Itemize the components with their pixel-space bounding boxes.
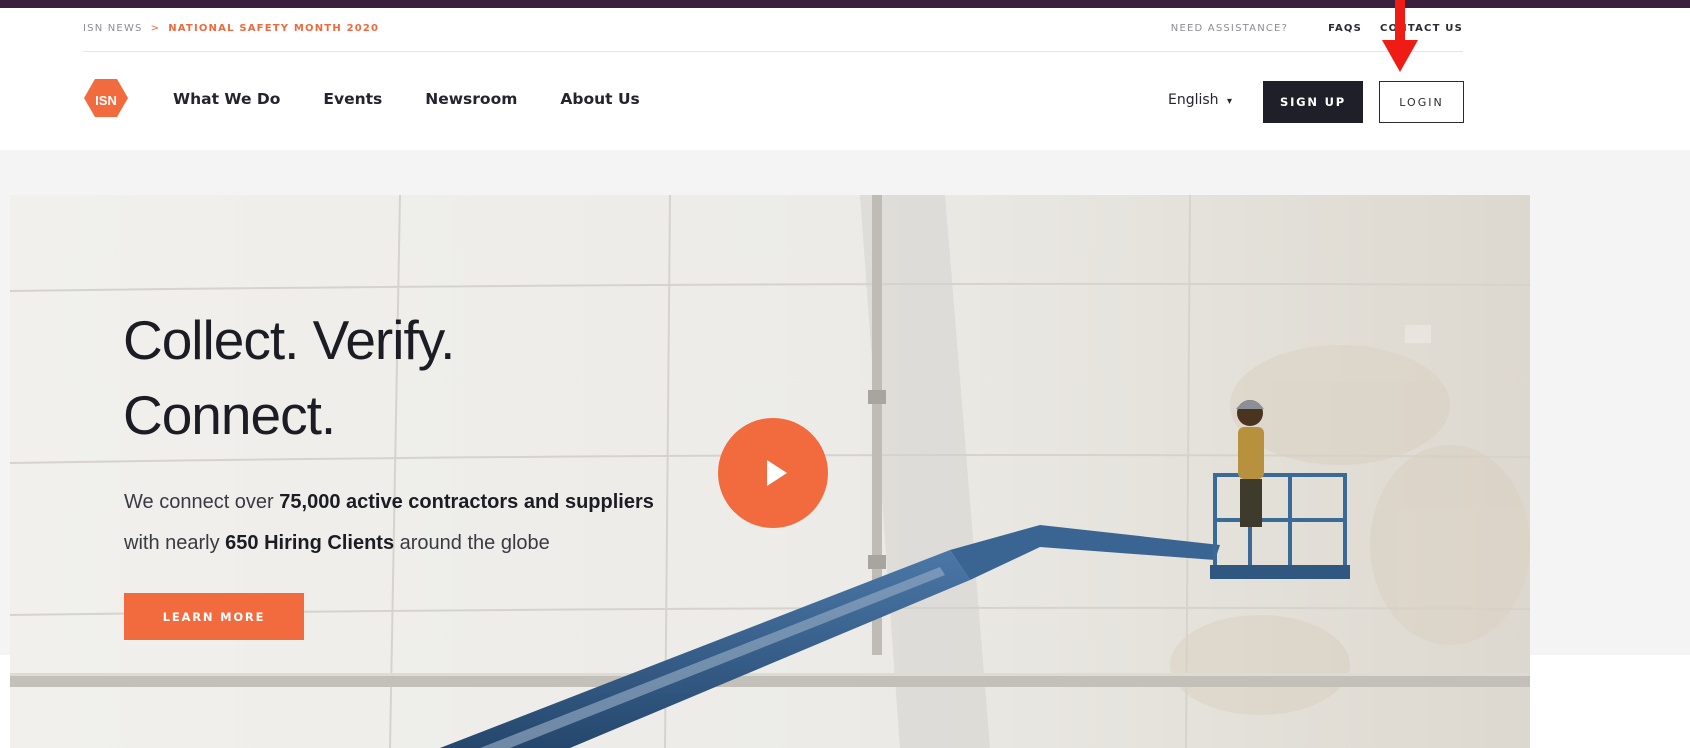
breadcrumb: ISN NEWS > NATIONAL SAFETY MONTH 2020 — [83, 23, 379, 34]
subtext-line-2: with nearly 650 Hiring Clients around th… — [124, 523, 654, 564]
nav-newsroom[interactable]: Newsroom — [425, 90, 517, 108]
play-video-button[interactable] — [718, 418, 828, 528]
subtext-1-prefix: We connect over — [124, 491, 280, 513]
logo-text: ISN — [95, 93, 117, 108]
learn-more-button[interactable]: LEARN MORE — [124, 593, 304, 640]
subtext-2-prefix: with nearly — [124, 532, 226, 554]
breadcrumb-isn-news[interactable]: ISN NEWS — [83, 23, 143, 34]
play-icon — [767, 460, 787, 486]
nav-events[interactable]: Events — [323, 90, 382, 108]
nav-links: What We Do Events Newsroom About Us — [173, 90, 683, 108]
nav-what-we-do[interactable]: What We Do — [173, 90, 280, 108]
chevron-down-icon: ▾ — [1227, 96, 1233, 107]
arrow-down-icon — [1382, 0, 1418, 72]
language-selector[interactable]: English ▾ — [1168, 92, 1232, 108]
language-label: English — [1168, 92, 1219, 108]
subtext-2-suffix: around the globe — [394, 532, 550, 554]
subtext-2-bold: 650 Hiring Clients — [225, 532, 395, 554]
nav-about-us[interactable]: About Us — [560, 90, 639, 108]
headline-line-1: Collect. Verify. — [123, 309, 455, 371]
isn-logo[interactable]: ISN — [83, 78, 129, 118]
breadcrumb-separator: > — [150, 23, 161, 34]
top-rule — [0, 0, 1690, 8]
utility-links: NEED ASSISTANCE? FAQS CONTACT US — [1171, 23, 1463, 34]
faqs-link[interactable]: FAQS — [1328, 23, 1362, 34]
hero-headline: Collect. Verify. Connect. — [123, 303, 455, 453]
hero-subtext: We connect over 75,000 active contractor… — [124, 482, 654, 564]
utility-bar: ISN NEWS > NATIONAL SAFETY MONTH 2020 NEED… — [83, 14, 1463, 52]
breadcrumb-current[interactable]: NATIONAL SAFETY MONTH 2020 — [168, 23, 379, 34]
subtext-1-bold: 75,000 active contractors and suppliers — [279, 491, 654, 513]
headline-line-2: Connect. — [123, 384, 336, 446]
need-assistance-label: NEED ASSISTANCE? — [1170, 23, 1289, 34]
login-button[interactable]: LOGIN — [1379, 81, 1464, 123]
subtext-line-1: We connect over 75,000 active contractor… — [124, 482, 654, 523]
main-nav: ISN What We Do Events Newsroom About Us … — [83, 72, 1464, 132]
sign-up-button[interactable]: SIGN UP — [1263, 81, 1363, 123]
